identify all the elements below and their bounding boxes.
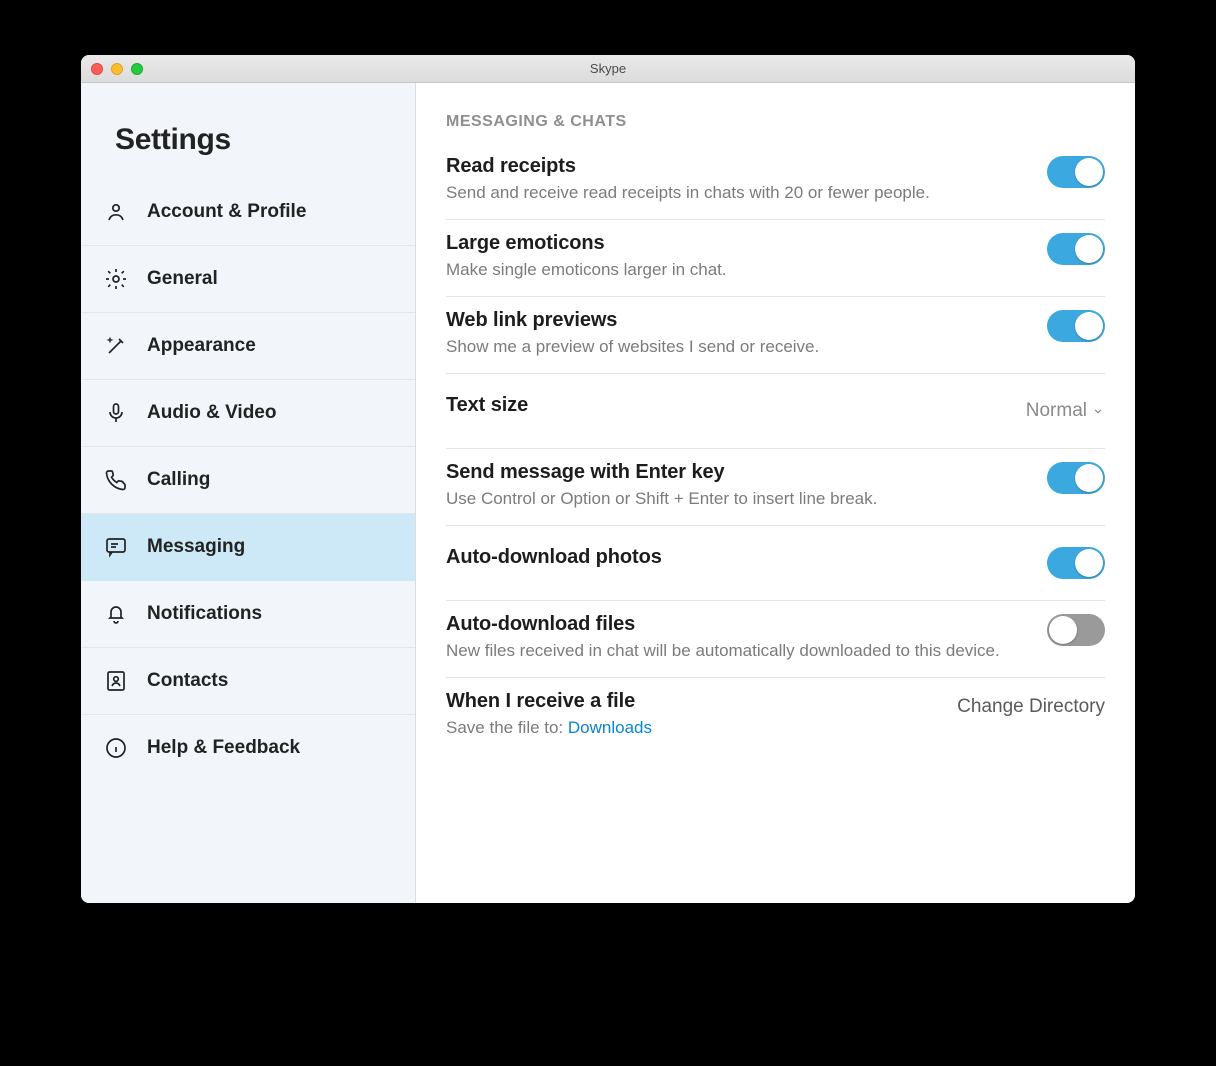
setting-web-link-previews: Web link previews Show me a preview of w… — [446, 297, 1105, 374]
person-icon — [103, 199, 129, 225]
save-file-prefix: Save the file to: — [446, 718, 568, 737]
dropdown-value: Normal — [1026, 400, 1087, 422]
window-title: Skype — [81, 61, 1135, 76]
sidebar-item-label: Account & Profile — [147, 201, 306, 223]
setting-desc: Save the file to: Downloads — [446, 717, 937, 740]
sidebar-item-label: Calling — [147, 469, 210, 491]
setting-desc: Make single emoticons larger in chat. — [446, 259, 1027, 282]
close-window-button[interactable] — [91, 63, 103, 75]
toggle-read-receipts[interactable] — [1047, 156, 1105, 188]
setting-text: Large emoticons Make single emoticons la… — [446, 232, 1027, 282]
setting-title: Send message with Enter key — [446, 461, 1027, 484]
change-directory-button[interactable]: Change Directory — [957, 696, 1105, 718]
toggle-auto-download-files[interactable] — [1047, 614, 1105, 646]
setting-control — [1047, 155, 1105, 189]
save-location-link[interactable]: Downloads — [568, 718, 652, 737]
setting-control: Normal — [1026, 394, 1105, 428]
setting-control — [1047, 232, 1105, 266]
setting-control — [1047, 461, 1105, 495]
setting-read-receipts: Read receipts Send and receive read rece… — [446, 143, 1105, 220]
titlebar: Skype — [81, 55, 1135, 83]
setting-desc: Send and receive read receipts in chats … — [446, 182, 1027, 205]
setting-large-emoticons: Large emoticons Make single emoticons la… — [446, 220, 1105, 297]
sidebar-item-label: Appearance — [147, 335, 256, 357]
setting-control — [1047, 613, 1105, 647]
sidebar-item-general[interactable]: General — [81, 246, 415, 313]
bell-icon — [103, 601, 129, 627]
setting-title: When I receive a file — [446, 690, 937, 713]
sidebar-item-calling[interactable]: Calling — [81, 447, 415, 514]
setting-desc: New files received in chat will be autom… — [446, 640, 1027, 663]
toggle-large-emoticons[interactable] — [1047, 233, 1105, 265]
setting-text: Text size — [446, 394, 1006, 417]
setting-title: Read receipts — [446, 155, 1027, 178]
sidebar-item-label: Help & Feedback — [147, 737, 300, 759]
sidebar-item-help-feedback[interactable]: Help & Feedback — [81, 715, 415, 781]
toggle-send-with-enter[interactable] — [1047, 462, 1105, 494]
setting-title: Auto-download photos — [446, 546, 1027, 569]
sidebar-title: Settings — [81, 83, 415, 179]
wand-icon — [103, 333, 129, 359]
toggle-auto-download-photos[interactable] — [1047, 547, 1105, 579]
setting-text: Send message with Enter key Use Control … — [446, 461, 1027, 511]
dropdown-text-size[interactable]: Normal — [1026, 400, 1105, 422]
setting-text: When I receive a file Save the file to: … — [446, 690, 937, 740]
setting-desc: Use Control or Option or Shift + Enter t… — [446, 488, 1027, 511]
setting-desc: Show me a preview of websites I send or … — [446, 336, 1027, 359]
sidebar-item-account-profile[interactable]: Account & Profile — [81, 179, 415, 246]
setting-auto-download-files: Auto-download files New files received i… — [446, 601, 1105, 678]
setting-text: Auto-download photos — [446, 546, 1027, 569]
settings-content: MESSAGING & CHATS Read receipts Send and… — [416, 83, 1135, 903]
sidebar-item-contacts[interactable]: Contacts — [81, 648, 415, 715]
settings-sidebar: Settings Account & Profile General Appea… — [81, 83, 416, 903]
setting-title: Web link previews — [446, 309, 1027, 332]
app-window: Skype Settings Account & Profile General — [81, 55, 1135, 903]
sidebar-item-label: Notifications — [147, 603, 262, 625]
setting-text: Auto-download files New files received i… — [446, 613, 1027, 663]
sidebar-item-audio-video[interactable]: Audio & Video — [81, 380, 415, 447]
setting-send-with-enter: Send message with Enter key Use Control … — [446, 449, 1105, 526]
setting-text-size: Text size Normal — [446, 374, 1105, 449]
sidebar-item-label: Messaging — [147, 536, 245, 558]
setting-title: Text size — [446, 394, 1006, 417]
info-icon — [103, 735, 129, 761]
chevron-down-icon — [1091, 404, 1105, 418]
maximize-window-button[interactable] — [131, 63, 143, 75]
setting-control — [1047, 546, 1105, 580]
sidebar-item-appearance[interactable]: Appearance — [81, 313, 415, 380]
setting-control — [1047, 309, 1105, 343]
gear-icon — [103, 266, 129, 292]
sidebar-item-label: Audio & Video — [147, 402, 276, 424]
setting-title: Large emoticons — [446, 232, 1027, 255]
phone-icon — [103, 467, 129, 493]
contacts-book-icon — [103, 668, 129, 694]
setting-receive-file: When I receive a file Save the file to: … — [446, 678, 1105, 754]
setting-control: Change Directory — [957, 690, 1105, 724]
minimize-window-button[interactable] — [111, 63, 123, 75]
sidebar-item-label: General — [147, 268, 218, 290]
sidebar-item-notifications[interactable]: Notifications — [81, 581, 415, 648]
sidebar-item-label: Contacts — [147, 670, 228, 692]
microphone-icon — [103, 400, 129, 426]
sidebar-item-messaging[interactable]: Messaging — [81, 514, 415, 581]
window-body: Settings Account & Profile General Appea… — [81, 83, 1135, 903]
chat-icon — [103, 534, 129, 560]
traffic-lights — [91, 63, 143, 75]
toggle-web-link-previews[interactable] — [1047, 310, 1105, 342]
setting-title: Auto-download files — [446, 613, 1027, 636]
setting-text: Read receipts Send and receive read rece… — [446, 155, 1027, 205]
section-header: MESSAGING & CHATS — [446, 113, 1105, 131]
setting-auto-download-photos: Auto-download photos — [446, 526, 1105, 601]
setting-text: Web link previews Show me a preview of w… — [446, 309, 1027, 359]
